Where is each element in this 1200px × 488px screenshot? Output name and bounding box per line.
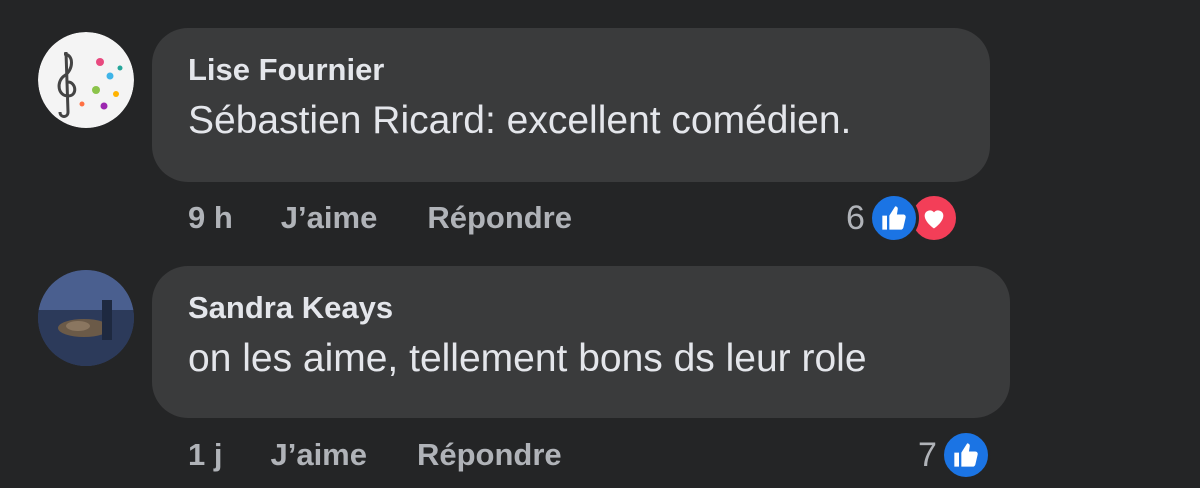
like-button[interactable]: J’aime [281, 200, 378, 236]
reaction-count: 7 [918, 435, 937, 474]
comment-author[interactable]: Lise Fournier [188, 50, 954, 90]
avatar[interactable] [38, 270, 134, 366]
reaction-summary[interactable]: 7 [918, 427, 991, 483]
like-reaction-icon [940, 430, 991, 480]
comment-text: on les aime, tellement bons ds leur role [188, 337, 867, 380]
comment-text: Sébastien Ricard: excellent comédien. [188, 99, 852, 142]
music-note-avatar-icon [38, 32, 134, 128]
comment-actions: 9 h J’aime Répondre [188, 196, 572, 240]
comment-actions: 1 j J’aime Répondre [188, 433, 562, 477]
comment-timestamp[interactable]: 9 h [188, 200, 233, 236]
reaction-summary[interactable]: 6 [846, 190, 959, 246]
photo-avatar-icon [38, 270, 134, 366]
reaction-count: 6 [846, 198, 865, 237]
comment-author[interactable]: Sandra Keays [188, 288, 974, 328]
comment-bubble: Lise Fournier Sébastien Ricard: excellen… [152, 28, 990, 182]
comment-timestamp[interactable]: 1 j [188, 437, 222, 473]
reply-button[interactable]: Répondre [427, 200, 572, 236]
avatar[interactable] [38, 32, 134, 128]
reply-button[interactable]: Répondre [417, 437, 562, 473]
like-reaction-icon [868, 193, 919, 243]
comment-bubble: Sandra Keays on les aime, tellement bons… [152, 266, 1010, 418]
like-button[interactable]: J’aime [270, 437, 367, 473]
